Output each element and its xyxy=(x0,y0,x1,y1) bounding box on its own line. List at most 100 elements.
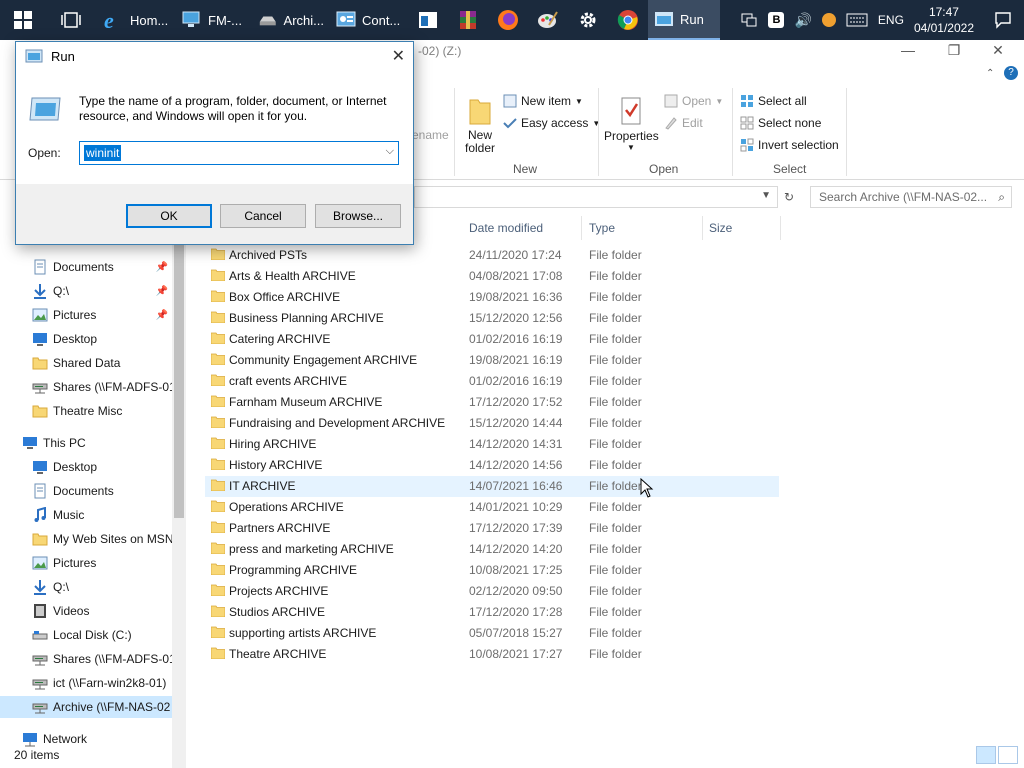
file-row[interactable]: supporting artists ARCHIVE 05/07/2018 15:… xyxy=(205,623,779,644)
file-row[interactable]: History ARCHIVE 14/12/2020 14:56 File fold… xyxy=(205,455,779,476)
refresh-button[interactable]: ↻ xyxy=(778,186,800,208)
taskbar-pin-window[interactable] xyxy=(408,0,448,40)
taskbar-pin-settings[interactable] xyxy=(568,0,608,40)
nav-item[interactable]: Pictures 📌 xyxy=(0,304,172,326)
shield-sun-icon[interactable] xyxy=(821,13,836,27)
invert-selection-button[interactable]: Invert selection xyxy=(740,138,839,152)
minimize-button[interactable]: — xyxy=(888,42,928,58)
file-row[interactable]: Operations ARCHIVE 14/01/2021 10:29 File f… xyxy=(205,497,779,518)
edit-button[interactable]: Edit xyxy=(664,116,703,130)
file-row[interactable]: Studios ARCHIVE 17/12/2020 17:28 File fold… xyxy=(205,602,779,623)
taskbar-app-archive[interactable]: Archi... xyxy=(252,0,330,40)
nav-item[interactable]: Shares (\\FM-ADFS-01 xyxy=(0,648,172,670)
maximize-button[interactable]: ❐ xyxy=(934,42,974,59)
scrollbar-thumb[interactable] xyxy=(174,242,184,518)
task-view-button[interactable] xyxy=(46,0,96,40)
input-language[interactable]: ENG xyxy=(878,13,904,27)
nav-item[interactable]: Network xyxy=(0,728,172,750)
ribbon-collapse-chevron-icon[interactable]: ⌃ xyxy=(986,68,994,79)
new-folder-button[interactable]: New folder xyxy=(460,96,500,155)
taskbar-app-fm[interactable]: FM-... xyxy=(176,0,252,40)
open-button[interactable]: Open ▼ xyxy=(664,94,723,108)
nav-item[interactable]: Desktop xyxy=(0,328,172,350)
properties-button[interactable]: Properties ▼ xyxy=(604,96,659,152)
taskbar-app-run[interactable]: Run xyxy=(648,0,720,40)
new-item-button[interactable]: New item ▼ xyxy=(503,94,583,108)
nav-item[interactable]: Q:\ xyxy=(0,576,172,598)
file-row[interactable]: press and marketing ARCHIVE 14/12/2020 14… xyxy=(205,539,779,560)
column-header-date[interactable]: Date modified xyxy=(469,216,543,240)
file-type: File folder xyxy=(589,584,642,598)
taskbar-pin-winrar[interactable] xyxy=(448,0,488,40)
run-dialog-title-bar[interactable]: Run ✕ xyxy=(16,42,413,70)
column-header-type[interactable]: Type xyxy=(589,216,615,240)
file-row[interactable]: Catering ARCHIVE 01/02/2016 16:19 File fol… xyxy=(205,329,779,350)
taskbar-pin-firefox[interactable] xyxy=(488,0,528,40)
nav-item[interactable]: Documents xyxy=(0,480,172,502)
nav-item[interactable]: Music xyxy=(0,504,172,526)
nav-item[interactable]: Pictures xyxy=(0,552,172,574)
nav-item[interactable]: This PC xyxy=(0,432,172,454)
chevron-down-icon[interactable]: ▼ xyxy=(761,190,771,201)
cancel-button[interactable]: Cancel xyxy=(220,204,306,228)
close-button[interactable]: ✕ xyxy=(978,42,1018,59)
select-all-button[interactable]: Select all xyxy=(740,94,807,108)
nav-item[interactable]: Desktop xyxy=(0,456,172,478)
file-row[interactable]: Arts & Health ARCHIVE 04/08/2021 17:08 Fil… xyxy=(205,266,779,287)
taskbar-pin-paint[interactable] xyxy=(528,0,568,40)
large-icons-view-button[interactable] xyxy=(998,746,1018,764)
details-view-button[interactable] xyxy=(976,746,996,764)
clock[interactable]: 17:47 04/01/2022 xyxy=(914,4,974,36)
file-row[interactable]: Farnham Museum ARCHIVE 17/12/2020 17:52 Fi… xyxy=(205,392,779,413)
search-input[interactable]: Search Archive (\\FM-NAS-02... ⌕ xyxy=(810,186,1012,208)
help-icon[interactable]: ? xyxy=(1004,66,1018,80)
nav-item[interactable]: My Web Sites on MSN xyxy=(0,528,172,550)
address-bar[interactable]: ▼ xyxy=(414,186,778,208)
chevron-down-icon[interactable]: ⌵ xyxy=(386,145,394,158)
run-open-value[interactable]: wininit xyxy=(84,145,122,161)
file-row[interactable]: Projects ARCHIVE 02/12/2020 09:50 File fol… xyxy=(205,581,779,602)
file-row[interactable]: Community Engagement ARCHIVE 19/08/2021 1… xyxy=(205,350,779,371)
nav-item[interactable]: Local Disk (C:) xyxy=(0,624,172,646)
notification-area-icon[interactable] xyxy=(740,12,758,28)
taskbar-app-control-panel[interactable]: Cont... xyxy=(330,0,408,40)
ok-button[interactable]: OK xyxy=(126,204,212,228)
select-none-button[interactable]: Select none xyxy=(740,116,821,130)
nav-item[interactable]: Q:\ 📌 xyxy=(0,280,172,302)
file-row[interactable]: craft events ARCHIVE 01/02/2016 16:19 File… xyxy=(205,371,779,392)
file-row[interactable]: Theatre ARCHIVE 10/08/2021 17:27 File fold… xyxy=(205,644,779,665)
action-center-icon[interactable] xyxy=(994,11,1012,29)
nav-item[interactable]: Documents 📌 xyxy=(0,256,172,278)
easy-access-button[interactable]: Easy access ▼ xyxy=(503,116,600,130)
run-open-combobox[interactable]: wininit ⌵ xyxy=(79,141,399,165)
nav-item[interactable]: Theatre Misc xyxy=(0,400,172,422)
column-divider[interactable] xyxy=(702,216,703,240)
file-row[interactable]: Partners ARCHIVE 17/12/2020 17:39 File fol… xyxy=(205,518,779,539)
navigation-scrollbar[interactable]: ▼ xyxy=(172,240,186,768)
run-close-button[interactable]: ✕ xyxy=(392,46,405,66)
column-header-size[interactable]: Size xyxy=(709,216,732,240)
nav-item[interactable]: ict (\\Farn-win2k8-01) xyxy=(0,672,172,694)
file-row[interactable]: Fundraising and Development ARCHIVE 15/12… xyxy=(205,413,779,434)
file-row[interactable]: Archived PSTs 24/11/2020 17:24 File folder xyxy=(205,245,779,266)
file-row[interactable]: Box Office ARCHIVE 19/08/2021 16:36 File f… xyxy=(205,287,779,308)
nav-item[interactable]: Videos xyxy=(0,600,172,622)
column-divider[interactable] xyxy=(780,216,781,240)
bluetooth-badge[interactable]: B xyxy=(768,12,785,28)
nav-item[interactable]: Archive (\\FM-NAS-02 xyxy=(0,696,172,718)
file-row[interactable]: IT ARCHIVE 14/07/2021 16:46 File folder xyxy=(205,476,779,497)
browse-button[interactable]: Browse... xyxy=(315,204,401,228)
nav-item[interactable]: Shares (\\FM-ADFS-01 xyxy=(0,376,172,398)
rename-button[interactable]: ename xyxy=(412,128,449,142)
volume-icon[interactable]: 🔊 xyxy=(794,12,811,29)
taskbar-pin-chrome[interactable] xyxy=(608,0,648,40)
taskbar-app-ie[interactable]: e Hom... xyxy=(96,0,176,40)
keyboard-icon[interactable] xyxy=(846,13,868,27)
file-row[interactable]: Business Planning ARCHIVE 15/12/2020 12:5… xyxy=(205,308,779,329)
nav-item[interactable]: Shared Data xyxy=(0,352,172,374)
start-button[interactable] xyxy=(0,0,46,40)
file-row[interactable]: Programming ARCHIVE 10/08/2021 17:25 File … xyxy=(205,560,779,581)
column-divider[interactable] xyxy=(581,216,582,240)
file-row[interactable]: Hiring ARCHIVE 14/12/2020 14:31 File folde… xyxy=(205,434,779,455)
run-program-icon xyxy=(29,97,61,121)
